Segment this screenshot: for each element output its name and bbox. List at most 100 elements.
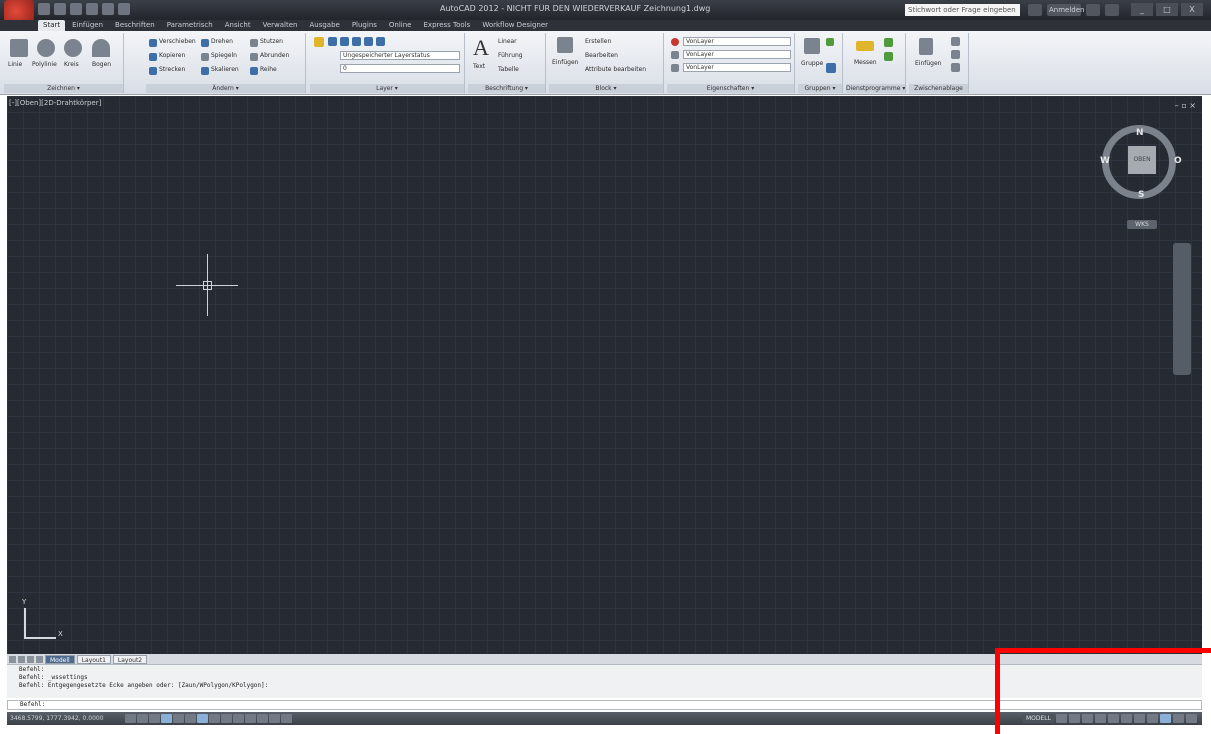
- tool-rotate[interactable]: Drehen: [211, 38, 233, 45]
- panel-modify-title[interactable]: Ändern ▾: [146, 84, 305, 93]
- tool-leader[interactable]: Führung: [498, 52, 523, 59]
- prev-tab-arrow-icon[interactable]: [18, 655, 25, 663]
- paste-icon[interactable]: [919, 38, 933, 55]
- panel-block-title[interactable]: Block ▾: [549, 84, 663, 93]
- color-combo[interactable]: VonLayer: [683, 37, 791, 46]
- drafting-toggle-button[interactable]: [245, 714, 256, 723]
- tool-polyline-label[interactable]: Polylinie: [32, 61, 57, 68]
- tool-circle-label[interactable]: Kreis: [64, 61, 79, 68]
- linetype-combo[interactable]: VonLayer: [683, 63, 791, 72]
- tab-view[interactable]: Ansicht: [220, 20, 256, 31]
- drafting-toggle-button[interactable]: [137, 714, 148, 723]
- tool-edit[interactable]: Bearbeiten: [585, 52, 618, 59]
- last-tab-arrow-icon[interactable]: [36, 655, 43, 663]
- tab-layout2[interactable]: Layout2: [112, 654, 148, 664]
- drafting-toggle-button[interactable]: [281, 714, 292, 723]
- ungroup-icon[interactable]: [826, 38, 834, 46]
- drafting-toggle-button[interactable]: [221, 714, 232, 723]
- panel-draw-title[interactable]: Zeichnen ▾: [4, 84, 123, 93]
- tool-mirror[interactable]: Spiegeln: [211, 52, 237, 59]
- tab-manage[interactable]: Verwalten: [258, 20, 303, 31]
- stretch-icon[interactable]: [149, 67, 157, 75]
- panel-properties-title[interactable]: Eigenschaften ▾: [667, 84, 794, 93]
- sign-in-button[interactable]: Anmelden: [1047, 4, 1084, 16]
- compass-south[interactable]: S: [1138, 190, 1144, 200]
- tab-output[interactable]: Ausgabe: [304, 20, 344, 31]
- measure-icon[interactable]: [856, 41, 874, 51]
- compass-east[interactable]: O: [1174, 156, 1182, 166]
- mirror-icon[interactable]: [201, 53, 209, 61]
- tab-annotate[interactable]: Beschriften: [110, 20, 160, 31]
- quick-select-icon[interactable]: [884, 38, 893, 47]
- group-icon[interactable]: [804, 38, 820, 54]
- drafting-toggle-button[interactable]: [149, 714, 160, 723]
- first-tab-arrow-icon[interactable]: [9, 655, 16, 663]
- coordinate-display[interactable]: 3468.5799, 1777.3942, 0.0000: [7, 715, 125, 722]
- drawing-area[interactable]: [-][Oben][2D-Drahtkörper] – ▫ ×: [7, 96, 1202, 654]
- trim-icon[interactable]: [250, 39, 258, 47]
- tool-scale[interactable]: Skalieren: [211, 66, 239, 73]
- drafting-toggle-button[interactable]: [125, 714, 136, 723]
- copy-icon[interactable]: [149, 53, 157, 61]
- tool-group[interactable]: Gruppe: [801, 60, 823, 67]
- navigation-bar[interactable]: [1173, 243, 1191, 375]
- circle-icon[interactable]: [64, 39, 82, 57]
- tool-arc-label[interactable]: Bogen: [92, 61, 111, 68]
- layer-tool-icon[interactable]: [364, 37, 373, 46]
- tool-stretch[interactable]: Strecken: [159, 66, 185, 73]
- help-icon[interactable]: [1105, 4, 1119, 16]
- array-icon[interactable]: [250, 67, 258, 75]
- viewport-window-controls[interactable]: – ▫ ×: [1175, 101, 1196, 110]
- tool-line-label[interactable]: Linie: [8, 61, 22, 68]
- fillet-icon[interactable]: [250, 53, 258, 61]
- layer-properties-icon[interactable]: [314, 37, 324, 47]
- compass-north[interactable]: N: [1136, 128, 1144, 138]
- tool-table[interactable]: Tabelle: [498, 66, 519, 73]
- tool-measure[interactable]: Messen: [854, 59, 877, 66]
- scale-icon[interactable]: [201, 67, 209, 75]
- text-icon[interactable]: A: [473, 35, 489, 61]
- drafting-toggle-button[interactable]: [233, 714, 244, 723]
- layer-tool-icon[interactable]: [328, 37, 337, 46]
- drafting-toggle-button[interactable]: [185, 714, 196, 723]
- tab-model[interactable]: Modell: [45, 654, 75, 664]
- viewcube-top-face[interactable]: OBEN: [1128, 146, 1156, 174]
- arc-icon[interactable]: [92, 39, 110, 57]
- rotate-icon[interactable]: [201, 39, 209, 47]
- current-layer-combo[interactable]: 0: [340, 64, 460, 73]
- polyline-icon[interactable]: [37, 39, 55, 57]
- drafting-toggle-button[interactable]: [161, 714, 172, 723]
- line-icon[interactable]: [10, 39, 28, 57]
- drafting-toggle-button[interactable]: [209, 714, 220, 723]
- tool-move[interactable]: Verschieben: [159, 38, 196, 45]
- workspace-dropdown-icon[interactable]: [118, 3, 130, 15]
- tool-copy[interactable]: Kopieren: [159, 52, 185, 59]
- copy-clip-icon[interactable]: [951, 50, 960, 59]
- tab-workflow-designer[interactable]: Workflow Designer: [477, 20, 553, 31]
- exchange-icon[interactable]: [1086, 4, 1100, 16]
- tab-start[interactable]: Start: [38, 20, 66, 31]
- compass-west[interactable]: W: [1100, 156, 1110, 166]
- open-icon[interactable]: [54, 3, 66, 15]
- help-search-input[interactable]: Stichwort oder Frage eingeben: [905, 4, 1020, 16]
- drafting-toggle-button[interactable]: [269, 714, 280, 723]
- tab-parametric[interactable]: Parametrisch: [162, 20, 218, 31]
- panel-groups-title[interactable]: Gruppen ▾: [798, 84, 842, 93]
- layer-tool-icon[interactable]: [352, 37, 361, 46]
- layer-tool-icon[interactable]: [340, 37, 349, 46]
- maximize-button[interactable]: □: [1156, 3, 1178, 16]
- tool-array[interactable]: Reihe: [260, 66, 277, 73]
- close-button[interactable]: X: [1181, 3, 1203, 16]
- tab-plugins[interactable]: Plugins: [347, 20, 382, 31]
- panel-annotation-title[interactable]: Beschriftung ▾: [468, 84, 545, 93]
- drafting-toggle-button[interactable]: [197, 714, 208, 723]
- tab-online[interactable]: Online: [384, 20, 417, 31]
- panel-clipboard-title[interactable]: Zwischenablage: [909, 84, 968, 93]
- lineweight-combo[interactable]: VonLayer: [683, 50, 791, 59]
- insert-block-icon[interactable]: [557, 37, 573, 53]
- drafting-toggle-button[interactable]: [257, 714, 268, 723]
- minimize-button[interactable]: _: [1131, 3, 1153, 16]
- layer-tool-icon[interactable]: [376, 37, 385, 46]
- layer-state-combo[interactable]: Ungespeicherter Layerstatus: [340, 51, 460, 60]
- save-icon[interactable]: [70, 3, 82, 15]
